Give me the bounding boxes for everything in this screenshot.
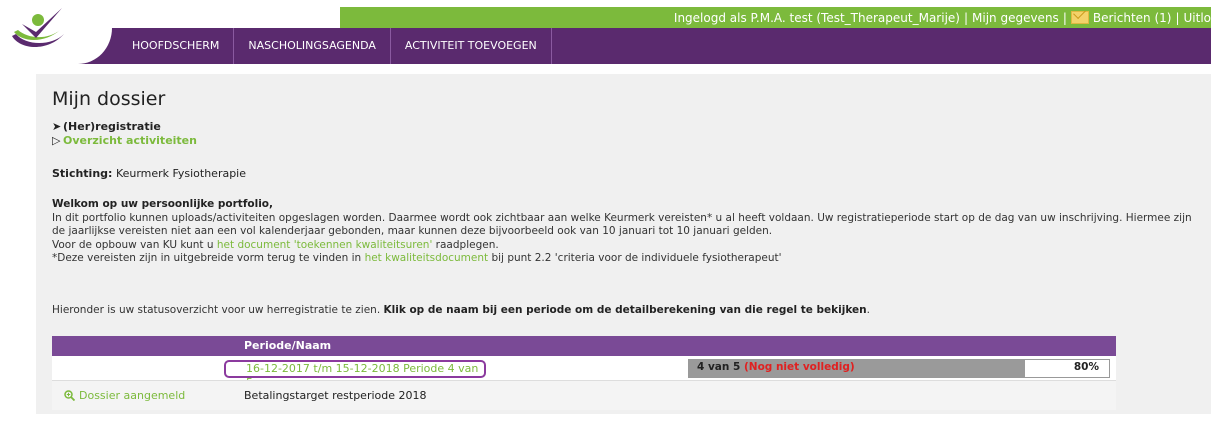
status-intro-text: Hieronder is uw statusoverzicht voor uw …: [52, 304, 384, 316]
zoom-in-icon: [64, 390, 75, 401]
billing-text: Betalingstarget restperiode 2018: [244, 389, 427, 402]
envelope-icon: [1070, 11, 1089, 24]
welcome-line-2: de jaarlijkse vereisten niet aan een vol…: [52, 225, 773, 237]
table-row: 16-12-2017 t/m 15-12-2018 Periode 4 van …: [52, 356, 1116, 389]
table-header: Periode/Naam: [52, 336, 1116, 356]
nav-item-add-activity[interactable]: ACTIVITEIT TOEVOEGEN: [391, 28, 552, 64]
welcome-line-4-pre: *Deze vereisten zijn in uitgebreide vorm…: [52, 252, 365, 264]
link-registration[interactable]: ➤ (Her)registratie: [52, 120, 197, 134]
logo-icon[interactable]: [8, 6, 68, 56]
foundation-label: Stichting:: [52, 167, 113, 180]
status-intro-bold: Klik op de naam bij een periode om de de…: [383, 304, 867, 316]
section-links: ➤ (Her)registratie ▷ Overzicht activitei…: [52, 120, 197, 148]
welcome-text: Welkom op uw persoonlijke portfolio, In …: [52, 198, 1192, 266]
table-row: Dossier aangemeld Betalingstarget restpe…: [52, 380, 1116, 410]
status-intro: Hieronder is uw statusoverzicht voor uw …: [52, 304, 870, 316]
user-bar: Ingelogd als P.M.A. test (Test_Therapeut…: [340, 7, 1211, 28]
status-table: Periode/Naam 16-12-2017 t/m 15-12-2018 P…: [52, 336, 1116, 410]
logged-in-text: Ingelogd als P.M.A. test (Test_Therapeut…: [673, 10, 960, 25]
progress-percent: 80%: [1073, 361, 1099, 373]
link-registration-label: (Her)registratie: [63, 120, 161, 133]
logo-area: [0, 8, 112, 64]
progress-status: (Nog niet volledig): [743, 361, 855, 373]
arrow-right-filled-icon: ➤: [52, 120, 62, 133]
dossier-link[interactable]: Dossier aangemeld: [64, 389, 185, 402]
page-title: Mijn dossier: [52, 88, 166, 110]
messages-link[interactable]: Berichten (1): [1093, 11, 1172, 25]
welcome-line-1: In dit portfolio kunnen uploads/activite…: [52, 211, 1192, 224]
status-intro-end: .: [866, 304, 870, 316]
welcome-heading: Welkom op uw persoonlijke portfolio,: [52, 198, 274, 210]
progress-label: 4 van 5 (Nog niet volledig): [697, 361, 855, 373]
column-header-period: Periode/Naam: [244, 339, 332, 352]
my-details-link[interactable]: Mijn gegevens: [972, 11, 1059, 25]
foundation-line: Stichting: Keurmerk Fysiotherapie: [52, 167, 246, 180]
link-activity-overview[interactable]: ▷ Overzicht activiteiten: [52, 134, 197, 148]
ku-document-link[interactable]: het document 'toekennen kwaliteitsuren': [217, 239, 432, 251]
link-activity-overview-label: Overzicht activiteiten: [63, 134, 197, 147]
nav-item-agenda[interactable]: NASCHOLINGSAGENDA: [234, 28, 391, 64]
dossier-link-label: Dossier aangemeld: [79, 389, 186, 402]
main-navbar: HOOFDSCHERM NASCHOLINGSAGENDA ACTIVITEIT…: [0, 8, 1211, 64]
nav-item-home[interactable]: HOOFDSCHERM: [118, 28, 235, 64]
welcome-line-4-post: bij punt 2.2 'criteria voor de individue…: [488, 252, 782, 264]
progress-count: 4 van 5: [697, 361, 741, 373]
welcome-line-3-pre: Voor de opbouw van KU kunt u: [52, 238, 217, 251]
welcome-line-3-post: raadplegen.: [432, 238, 499, 251]
nav-menu: HOOFDSCHERM NASCHOLINGSAGENDA ACTIVITEIT…: [118, 28, 552, 64]
progress-bar: 4 van 5 (Nog niet volledig) 80%: [688, 359, 1110, 378]
period-link[interactable]: 16-12-2017 t/m 15-12-2018 Periode 4 van …: [224, 360, 486, 389]
logout-link[interactable]: Uitlo: [1184, 11, 1211, 25]
arrow-right-outline-icon: ▷: [52, 134, 61, 147]
quality-document-link[interactable]: het kwaliteitsdocument: [365, 252, 489, 264]
foundation-value: Keurmerk Fysiotherapie: [115, 167, 247, 180]
